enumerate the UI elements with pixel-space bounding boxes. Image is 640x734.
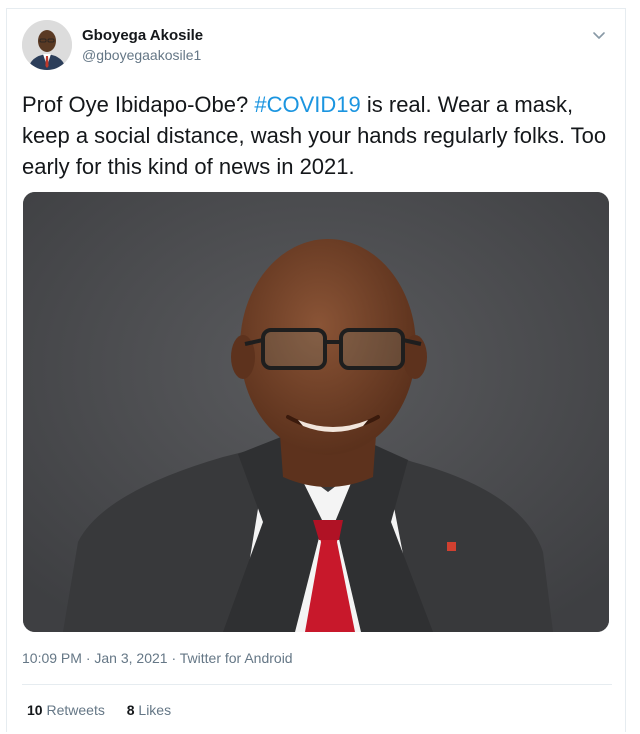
separator-dot: ·	[81, 650, 95, 666]
author-display-name[interactable]: Gboyega Akosile	[82, 27, 203, 45]
tweet-source[interactable]: Twitter for Android	[180, 650, 293, 666]
tweet-text-part: Prof Oye Ibidapo-Obe?	[22, 92, 255, 117]
likes-stat[interactable]: 8 Likes	[127, 702, 171, 718]
likes-count: 8	[126, 702, 135, 718]
tweet-card: Gboyega Akosile @gboyegaakosile1 Prof Oy…	[6, 8, 626, 732]
tweet-text: Prof Oye Ibidapo-Obe? #COVID19 is real. …	[22, 89, 622, 182]
separator-dot: ·	[167, 650, 180, 666]
tweet-photo[interactable]	[23, 192, 609, 632]
tweet-date[interactable]: Jan 3, 2021	[94, 650, 167, 666]
hashtag-link[interactable]: #COVID19	[254, 92, 360, 117]
avatar[interactable]	[22, 20, 72, 70]
chevron-down-icon[interactable]	[590, 26, 608, 44]
tweet-metadata: 10:09 PM · Jan 3, 2021 · Twitter for And…	[22, 650, 293, 666]
author-info: Gboyega Akosile @gboyegaakosile1	[82, 27, 203, 65]
author-handle[interactable]: @gboyegaakosile1	[82, 45, 203, 65]
retweets-count: 10	[27, 702, 43, 718]
tweet-time[interactable]: 10:09 PM	[22, 650, 82, 666]
tweet-header: Gboyega Akosile @gboyegaakosile1	[22, 20, 612, 72]
divider	[22, 684, 612, 685]
likes-label: Likes	[138, 702, 172, 718]
retweets-stat[interactable]: 10 Retweets	[27, 702, 105, 718]
tweet-stats: 10 Retweets 8 Likes	[27, 702, 189, 718]
retweets-label: Retweets	[46, 702, 105, 718]
